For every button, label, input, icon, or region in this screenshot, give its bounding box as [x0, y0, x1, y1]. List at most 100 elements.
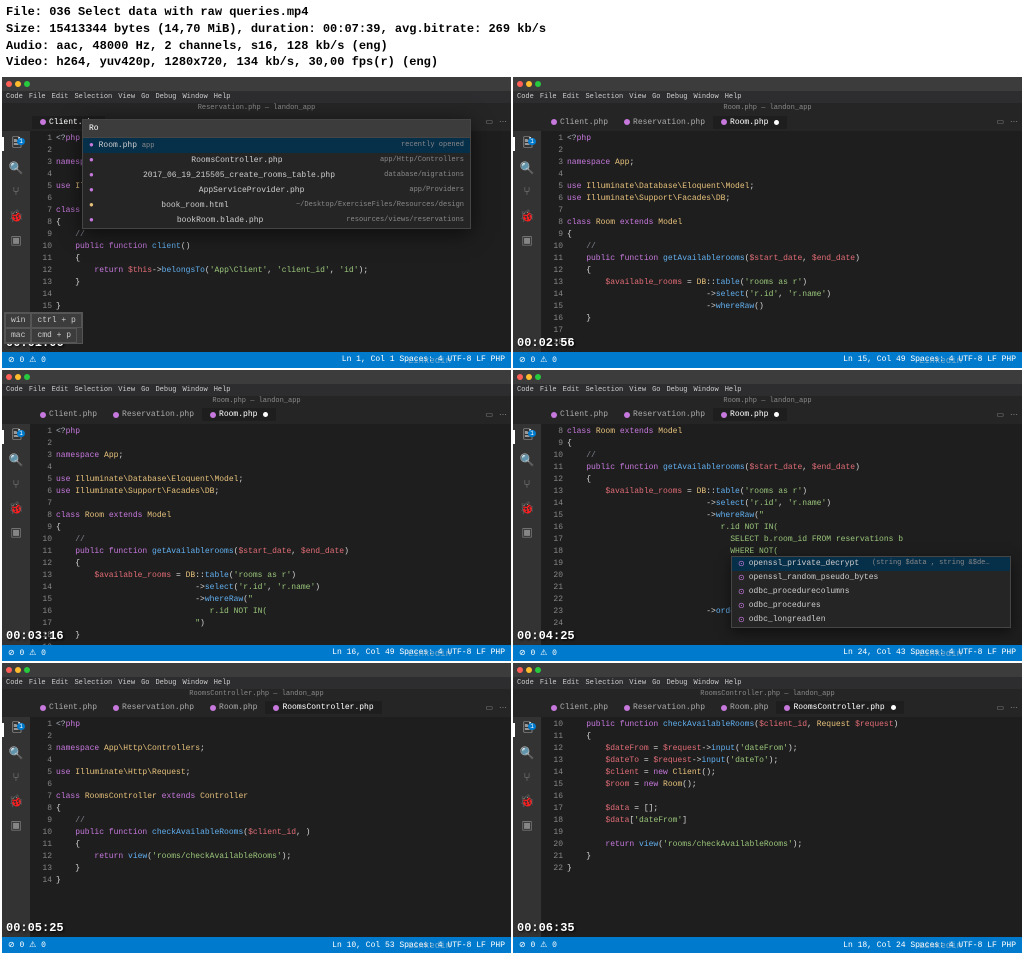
split-icon[interactable]: ▭	[485, 703, 493, 713]
tab-client[interactable]: Client.php	[32, 408, 105, 421]
more-icon[interactable]: ⋯	[499, 703, 507, 713]
debug-icon[interactable]: 🐞	[9, 795, 23, 809]
editor-tabs[interactable]: Client.php Reservation.php Room.php	[513, 406, 1022, 424]
window-title: Room.php — landon_app	[2, 396, 511, 406]
ac-item[interactable]: ⊙odbc_procedures	[732, 599, 1010, 613]
activity-bar[interactable]: 🗎1 🔍 ⑂ 🐞 ▣	[513, 424, 541, 645]
qo-item[interactable]: ● RoomsController.php app/Http/Controlle…	[83, 153, 470, 168]
tab-client[interactable]: Client.php	[32, 701, 105, 714]
menubar[interactable]: CodeFileEditSelectionViewGoDebugWindowHe…	[513, 677, 1022, 689]
tab-controller[interactable]: RoomsController.php	[265, 701, 381, 714]
tab-reservation[interactable]: Reservation.php	[616, 116, 713, 129]
explorer-icon[interactable]: 🗎1	[513, 723, 541, 737]
code-area[interactable]: <?php namespace App; use Illuminate\Data…	[56, 424, 511, 645]
qo-item[interactable]: ● book_room.html ~/Desktop/ExerciseFiles…	[83, 198, 470, 213]
tab-room[interactable]: Room.php	[713, 116, 787, 129]
tab-client[interactable]: Client.php	[543, 408, 616, 421]
tab-room[interactable]: Room.php	[713, 701, 776, 714]
qo-item[interactable]: ● 2017_06_19_215505_create_rooms_table.p…	[83, 168, 470, 183]
ac-item[interactable]: ⊙openssl_private_decrypt (string $data ,…	[732, 557, 1010, 571]
tab-reservation[interactable]: Reservation.php	[105, 408, 202, 421]
more-icon[interactable]: ⋯	[499, 117, 507, 127]
search-icon[interactable]: 🔍	[9, 454, 23, 468]
explorer-icon[interactable]: 🗎1	[2, 723, 30, 737]
debug-icon[interactable]: 🐞	[9, 502, 23, 516]
extensions-icon[interactable]: ▣	[520, 233, 534, 247]
extensions-icon[interactable]: ▣	[520, 526, 534, 540]
scm-icon[interactable]: ⑂	[520, 478, 534, 492]
search-icon[interactable]: 🔍	[9, 747, 23, 761]
explorer-icon[interactable]: 🗎1	[2, 137, 30, 151]
extensions-icon[interactable]: ▣	[520, 819, 534, 833]
menubar[interactable]: CodeFileEditSelectionViewGoDebugWindowHe…	[2, 384, 511, 396]
activity-bar[interactable]: 🗎1 🔍 ⑂ 🐞 ▣	[513, 131, 541, 352]
split-icon[interactable]: ▭	[485, 117, 493, 127]
more-icon[interactable]: ⋯	[1010, 703, 1018, 713]
activity-bar[interactable]: 🗎1 🔍 ⑂ 🐞 ▣	[2, 424, 30, 645]
activity-bar[interactable]: 🗎1 🔍 ⑂ 🐞 ▣	[2, 717, 30, 938]
editor-tabs[interactable]: Client.php Reservation.php Room.php	[513, 113, 1022, 131]
scm-icon[interactable]: ⑂	[9, 185, 23, 199]
extensions-icon[interactable]: ▣	[9, 819, 23, 833]
line-numbers: 10111213141516171819202122	[541, 717, 567, 938]
menubar[interactable]: CodeFileEditSelectionViewGoDebugWindowHe…	[513, 384, 1022, 396]
scm-icon[interactable]: ⑂	[520, 185, 534, 199]
tab-client[interactable]: Client.php	[543, 116, 616, 129]
debug-icon[interactable]: 🐞	[520, 209, 534, 223]
qo-item[interactable]: ● bookRoom.blade.php resources/views/res…	[83, 213, 470, 228]
qo-item[interactable]: ● AppServiceProvider.php app/Providers	[83, 183, 470, 198]
quick-open-input[interactable]: Ro	[83, 120, 470, 138]
media-info: File: 036 Select data with raw queries.m…	[0, 0, 1024, 75]
ac-item[interactable]: ⊙odbc_procedurecolumns	[732, 585, 1010, 599]
search-icon[interactable]: 🔍	[520, 454, 534, 468]
ac-item[interactable]: ⊙openssl_random_pseudo_bytes	[732, 571, 1010, 585]
frame-4: CodeFileEditSelectionViewGoDebugWindowHe…	[513, 370, 1022, 661]
debug-icon[interactable]: 🐞	[520, 795, 534, 809]
activity-bar[interactable]: 🗎1 🔍 ⑂ 🐞 ▣	[513, 717, 541, 938]
search-icon[interactable]: 🔍	[520, 161, 534, 175]
qo-item[interactable]: ● Room.php apprecently opened	[83, 138, 470, 153]
more-icon[interactable]: ⋯	[499, 410, 507, 420]
quick-open-panel[interactable]: Ro ● Room.php apprecently opened ● Rooms…	[82, 119, 471, 229]
tab-reservation[interactable]: Reservation.php	[105, 701, 202, 714]
search-icon[interactable]: 🔍	[9, 161, 23, 175]
split-icon[interactable]: ▭	[996, 410, 1004, 420]
tab-room[interactable]: Room.php	[713, 408, 787, 421]
explorer-icon[interactable]: 🗎1	[513, 430, 541, 444]
extensions-icon[interactable]: ▣	[9, 233, 23, 247]
scm-icon[interactable]: ⑂	[9, 771, 23, 785]
menubar[interactable]: CodeFileEditSelectionViewGoDebugWindowHe…	[2, 91, 511, 103]
scm-icon[interactable]: ⑂	[9, 478, 23, 492]
editor-tabs[interactable]: Client.php Reservation.php Room.php Room…	[2, 699, 511, 717]
tab-reservation[interactable]: Reservation.php	[616, 701, 713, 714]
scm-icon[interactable]: ⑂	[520, 771, 534, 785]
ac-item[interactable]: ⊙odbc_longreadlen	[732, 613, 1010, 627]
split-icon[interactable]: ▭	[996, 117, 1004, 127]
more-icon[interactable]: ⋯	[1010, 117, 1018, 127]
search-icon[interactable]: 🔍	[520, 747, 534, 761]
menubar[interactable]: CodeFileEditSelectionViewGoDebugWindowHe…	[2, 677, 511, 689]
tab-room[interactable]: Room.php	[202, 408, 276, 421]
frame-1: CodeFileEditSelectionViewGoDebugWindowHe…	[2, 77, 511, 368]
extensions-icon[interactable]: ▣	[9, 526, 23, 540]
explorer-icon[interactable]: 🗎1	[2, 430, 30, 444]
editor-tabs[interactable]: Client.php Reservation.php Room.php Room…	[513, 699, 1022, 717]
split-icon[interactable]: ▭	[485, 410, 493, 420]
tab-reservation[interactable]: Reservation.php	[616, 408, 713, 421]
code-area[interactable]: <?php namespace App; use Illuminate\Data…	[567, 131, 1022, 352]
line-numbers: 1234567891011121314	[30, 717, 56, 938]
code-area[interactable]: public function checkAvailableRooms($cli…	[567, 717, 1022, 938]
editor-tabs[interactable]: Client.php Reservation.php Room.php	[2, 406, 511, 424]
debug-icon[interactable]: 🐞	[9, 209, 23, 223]
tab-controller[interactable]: RoomsController.php	[776, 701, 903, 714]
code-area[interactable]: <?php namespace App\Http\Controllers; us…	[56, 717, 511, 938]
split-icon[interactable]: ▭	[996, 703, 1004, 713]
window-title: RoomsController.php — landon_app	[513, 689, 1022, 699]
autocomplete-popup[interactable]: ⊙openssl_private_decrypt (string $data ,…	[731, 556, 1011, 628]
menubar[interactable]: CodeFileEditSelectionViewGoDebugWindowHe…	[513, 91, 1022, 103]
explorer-icon[interactable]: 🗎1	[513, 137, 541, 151]
debug-icon[interactable]: 🐞	[520, 502, 534, 516]
tab-room[interactable]: Room.php	[202, 701, 265, 714]
tab-client[interactable]: Client.php	[543, 701, 616, 714]
more-icon[interactable]: ⋯	[1010, 410, 1018, 420]
